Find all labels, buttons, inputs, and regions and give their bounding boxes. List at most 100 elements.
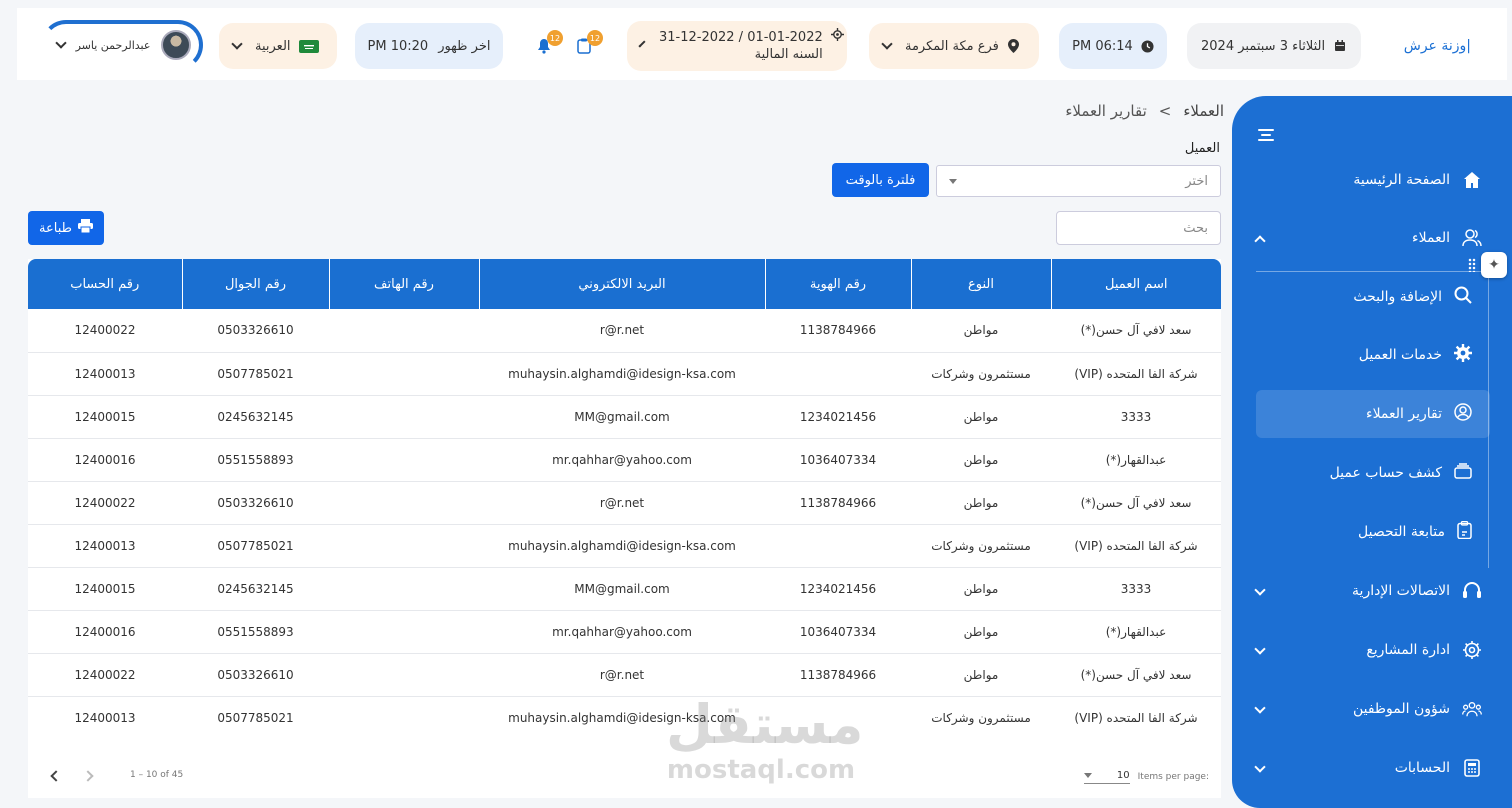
column-header[interactable]: النوع (910, 259, 1051, 309)
sidebar-item-home[interactable]: الصفحة الرئيسية (1252, 160, 1492, 200)
table-cell (765, 696, 911, 740)
time-filter-button[interactable]: فلترة بالوقت (832, 163, 929, 197)
table-row[interactable]: 3333 مواطن 1234021456 MM@gmail.com 024563214… (28, 395, 1221, 439)
table-cell (329, 524, 479, 568)
table-cell (765, 352, 911, 396)
bell-icon[interactable]: 12 (537, 30, 563, 54)
chevron-down-icon (1254, 761, 1266, 773)
table-row[interactable]: عبدالقهار(*) مواطن 1036407334 mr.qahhar@yah… (28, 610, 1221, 654)
table-header-row: اسم العميل النوع رقم الهوية البريد الالكترو… (28, 259, 1221, 309)
search-input[interactable]: بحث (1056, 211, 1221, 245)
clipboard-icon (1457, 520, 1472, 543)
table-cell: 0507785021 (182, 524, 329, 568)
table-cell: 12400015 (28, 395, 182, 439)
table-row[interactable]: شركة الفا المتحده (VIP) مستثمرون وشركات mu… (28, 524, 1221, 568)
table-row[interactable]: سعد لافي آل حسن(*) مواطن 1138784966 r@r.net… (28, 653, 1221, 697)
per-page-select[interactable]: 10 (1083, 770, 1130, 784)
user-menu[interactable]: عبدالرحمن ياسر (41, 20, 203, 70)
column-header[interactable]: رقم الجوال (181, 259, 329, 309)
customers-table: اسم العميل النوع رقم الهوية البريد الالكترو… (28, 259, 1221, 740)
chevron-down-icon (1254, 584, 1266, 596)
table-cell: 0551558893 (182, 610, 329, 654)
sidebar-item-account-statement[interactable]: كشف حساب عميل (1256, 449, 1490, 497)
last-seen-label: اخر ظهور (438, 38, 491, 54)
table-row[interactable]: سعد لافي آل حسن(*) مواطن 1138784966 r@r.net… (28, 309, 1221, 353)
sidebar-item-label: تقارير العملاء (1365, 406, 1442, 422)
fiscal-year-select[interactable]: 31-12-2022 / 01-01-2022 السنه المالية (627, 21, 847, 71)
chevron-down-icon (1254, 702, 1266, 714)
print-button[interactable]: طباعة (28, 211, 104, 245)
table-cell: شركة الفا المتحده (VIP) (1051, 524, 1221, 568)
table-row[interactable]: شركة الفا المتحده (VIP) مستثمرون وشركات mu… (28, 352, 1221, 396)
table-row[interactable]: 3333 مواطن 1234021456 MM@gmail.com 024563214… (28, 567, 1221, 611)
user-circle-icon (1454, 403, 1472, 425)
table-cell: 0245632145 (182, 395, 329, 439)
breadcrumb-root[interactable]: العملاء (1183, 102, 1224, 120)
table-cell: mr.qahhar@yahoo.com (479, 610, 765, 654)
sidebar-item-customer-services[interactable]: خدمات العميل (1256, 331, 1490, 379)
sidebar-item-accounts[interactable]: الحسابات (1252, 748, 1492, 788)
headset-icon (1462, 581, 1482, 601)
table-cell: 0245632145 (182, 567, 329, 611)
table-cell: 12400016 (28, 438, 182, 482)
branch-select[interactable]: فرع مكة المكرمة (869, 23, 1039, 69)
sidebar-item-add-search[interactable]: الإضافة والبحث (1256, 273, 1490, 321)
table-row[interactable]: شركة الفا المتحده (VIP) مستثمرون وشركات mu… (28, 696, 1221, 740)
table-cell (329, 309, 479, 353)
table-cell (329, 395, 479, 439)
sidebar-item-label: الصفحة الرئيسية (1353, 172, 1450, 188)
fiscal-range: 31-12-2022 / 01-01-2022 (659, 30, 823, 45)
table-body: سعد لافي آل حسن(*) مواطن 1138784966 r@r.net… (28, 309, 1221, 740)
column-header[interactable]: البريد الالكتروني (478, 259, 765, 309)
sidebar-item-admin-communications[interactable]: الاتصالات الإدارية (1252, 571, 1492, 611)
date-text: الثلاثاء 3 سبتمبر 2024 (1201, 38, 1326, 54)
column-header[interactable]: رقم الحساب (28, 259, 182, 309)
sidebar-item-label: كشف حساب عميل (1329, 465, 1442, 481)
last-seen-pill: PM 10:20 اخر ظهور (355, 23, 503, 69)
language-select[interactable]: العربية (219, 23, 337, 69)
table-cell: 0503326610 (182, 481, 329, 525)
table-cell: 0507785021 (182, 696, 329, 740)
calculator-icon (1462, 758, 1482, 778)
table-cell: 0503326610 (182, 309, 329, 353)
sidebar-item-label: الإضافة والبحث (1353, 289, 1442, 305)
chevron-down-icon (881, 38, 893, 50)
home-icon (1462, 170, 1482, 190)
table-cell: muhaysin.alghamdi@idesign-ksa.com (479, 524, 765, 568)
table-cell: 12400013 (28, 524, 182, 568)
chevron-right-icon[interactable] (82, 770, 94, 782)
column-header[interactable]: رقم الهاتف (328, 259, 479, 309)
drag-handle-icon[interactable] (1468, 258, 1476, 272)
table-cell: 1138784966 (765, 309, 911, 353)
brand-name[interactable]: وزنة عرش| (1404, 38, 1471, 54)
sidebar-item-employee-affairs[interactable]: شؤون الموظفين (1252, 689, 1492, 729)
chevron-down-icon (55, 37, 67, 49)
clipboard-icon[interactable]: 12 (577, 30, 603, 54)
table-cell (329, 696, 479, 740)
chevron-down-icon (231, 38, 243, 50)
chevron-up-icon (1254, 235, 1266, 247)
branch-text: فرع مكة المكرمة (905, 38, 999, 54)
table-cell: 3333 (1051, 395, 1221, 439)
customer-select[interactable]: اختر (936, 165, 1221, 197)
sidebar-item-customer-reports[interactable]: تقارير العملاء (1256, 390, 1490, 438)
table-cell (329, 567, 479, 611)
table-row[interactable]: عبدالقهار(*) مواطن 1036407334 mr.qahhar@yah… (28, 438, 1221, 482)
chevron-left-icon[interactable] (50, 770, 62, 782)
sidebar-item-project-management[interactable]: ادارة المشاريع (1252, 630, 1492, 670)
notification-badge: 12 (587, 30, 603, 46)
column-header[interactable]: اسم العميل (1050, 259, 1221, 309)
sidebar-item-label: الاتصالات الإدارية (1352, 583, 1450, 599)
saudi-flag-icon (298, 39, 319, 53)
table-row[interactable]: سعد لافي آل حسن(*) مواطن 1138784966 r@r.net… (28, 481, 1221, 525)
sparkle-icon[interactable]: ✦ (1481, 252, 1507, 278)
time-text: PM 06:14 (1072, 38, 1133, 54)
gear-icon (1454, 344, 1472, 366)
sidebar-item-customers[interactable]: العملاء (1252, 218, 1492, 258)
column-header[interactable]: رقم الهوية (764, 259, 911, 309)
table-cell: مستثمرون وشركات (911, 696, 1051, 740)
menu-toggle-icon[interactable] (1258, 126, 1274, 144)
sidebar-item-collection-followup[interactable]: متابعة التحصيل (1256, 508, 1490, 556)
target-icon (830, 27, 844, 41)
sidebar: الصفحة الرئيسية العملاء الإضافة والبحث خ… (1232, 96, 1512, 808)
